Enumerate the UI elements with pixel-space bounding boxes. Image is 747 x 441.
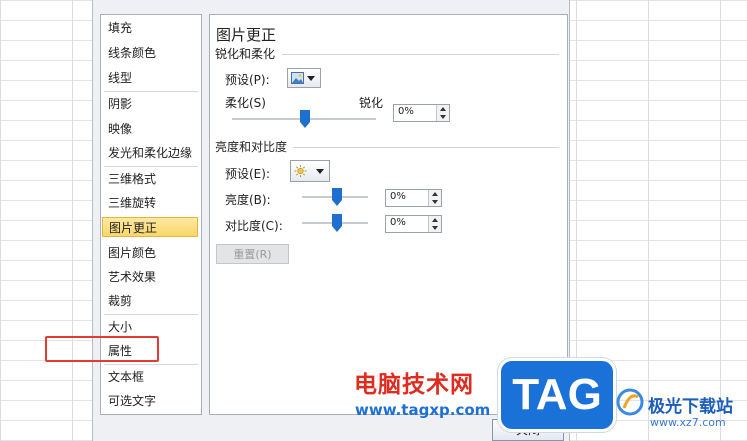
picture-preset-icon [291, 72, 304, 84]
sharpen-value: 0% [398, 106, 414, 117]
category-alt-text[interactable]: 可选文字 [108, 391, 156, 411]
category-line-color[interactable]: 线条颜色 [108, 43, 156, 63]
spin-buttons[interactable] [436, 105, 449, 121]
spin-up-icon [432, 192, 438, 196]
category-size[interactable]: 大小 [108, 317, 132, 337]
brightness-preset-dropdown[interactable] [290, 160, 330, 182]
category-shadow[interactable]: 阴影 [108, 94, 132, 114]
preset-label: 预设(P): [225, 73, 270, 87]
spin-buttons[interactable] [428, 190, 441, 206]
category-fill[interactable]: 填充 [108, 18, 132, 38]
watermark-xz-name: 极光下载站 [648, 397, 733, 417]
contrast-spinbox[interactable]: 0% [385, 215, 442, 233]
xz-logo-icon [616, 388, 644, 416]
spin-down-icon [432, 226, 438, 230]
category-artistic-effects[interactable]: 艺术效果 [108, 267, 156, 287]
sun-icon [294, 165, 307, 177]
brightness-spinbox[interactable]: 0% [385, 189, 442, 207]
spin-up-icon [440, 107, 446, 111]
spin-buttons[interactable] [428, 216, 441, 232]
picture-corrections-panel: 图片更正 锐化和柔化 预设(P): 柔化(S) 锐化 0% 亮度和对比度 预设(… [209, 14, 568, 415]
category-crop[interactable]: 裁剪 [108, 291, 132, 311]
soften-label: 柔化(S) [225, 96, 266, 110]
watermark-site-url: www.tagxp.com [355, 401, 491, 419]
section-divider [282, 54, 559, 55]
sharpen-slider-thumb[interactable] [300, 110, 310, 128]
category-separator [104, 314, 198, 315]
highlight-box [45, 336, 159, 362]
category-picture-corrections[interactable]: 图片更正 [102, 217, 198, 237]
category-separator [104, 364, 198, 365]
sharpen-label: 锐化 [359, 96, 384, 110]
preset-label-2: 预设(E): [225, 167, 270, 181]
category-separator [104, 166, 198, 167]
category-reflection[interactable]: 映像 [108, 119, 132, 139]
watermark-site-name: 电脑技术网 [354, 372, 474, 398]
contrast-label: 对比度(C): [225, 219, 283, 233]
section-divider [293, 147, 559, 148]
spin-up-icon [432, 218, 438, 222]
brightness-slider-thumb[interactable] [332, 188, 342, 206]
category-glow-soft-edges[interactable]: 发光和柔化边缘 [108, 143, 192, 163]
spin-down-icon [432, 200, 438, 204]
brightness-value: 0% [390, 191, 406, 202]
watermark-xz-url: www.xz7.com [650, 416, 726, 429]
category-3d-format[interactable]: 三维格式 [108, 169, 156, 189]
spin-down-icon [440, 115, 446, 119]
category-separator [104, 91, 198, 92]
chevron-down-icon [307, 76, 315, 81]
category-3d-rotation[interactable]: 三维旋转 [108, 193, 156, 213]
panel-title: 图片更正 [216, 26, 277, 44]
brightness-contrast-heading: 亮度和对比度 [215, 140, 288, 154]
contrast-slider-thumb[interactable] [332, 214, 342, 232]
sharpen-preset-dropdown[interactable] [287, 68, 321, 88]
category-picture-color[interactable]: 图片颜色 [108, 243, 156, 263]
contrast-value: 0% [390, 217, 406, 228]
tag-logo: TAG [498, 358, 616, 432]
category-text-box[interactable]: 文本框 [108, 367, 144, 387]
reset-button[interactable]: 重置(R) [216, 244, 289, 264]
sharpen-spinbox[interactable]: 0% [393, 104, 450, 122]
sharpen-soften-heading: 锐化和柔化 [215, 47, 276, 61]
brightness-label: 亮度(B): [225, 193, 271, 207]
category-line-style[interactable]: 线型 [108, 68, 132, 88]
chevron-down-icon [316, 169, 324, 174]
